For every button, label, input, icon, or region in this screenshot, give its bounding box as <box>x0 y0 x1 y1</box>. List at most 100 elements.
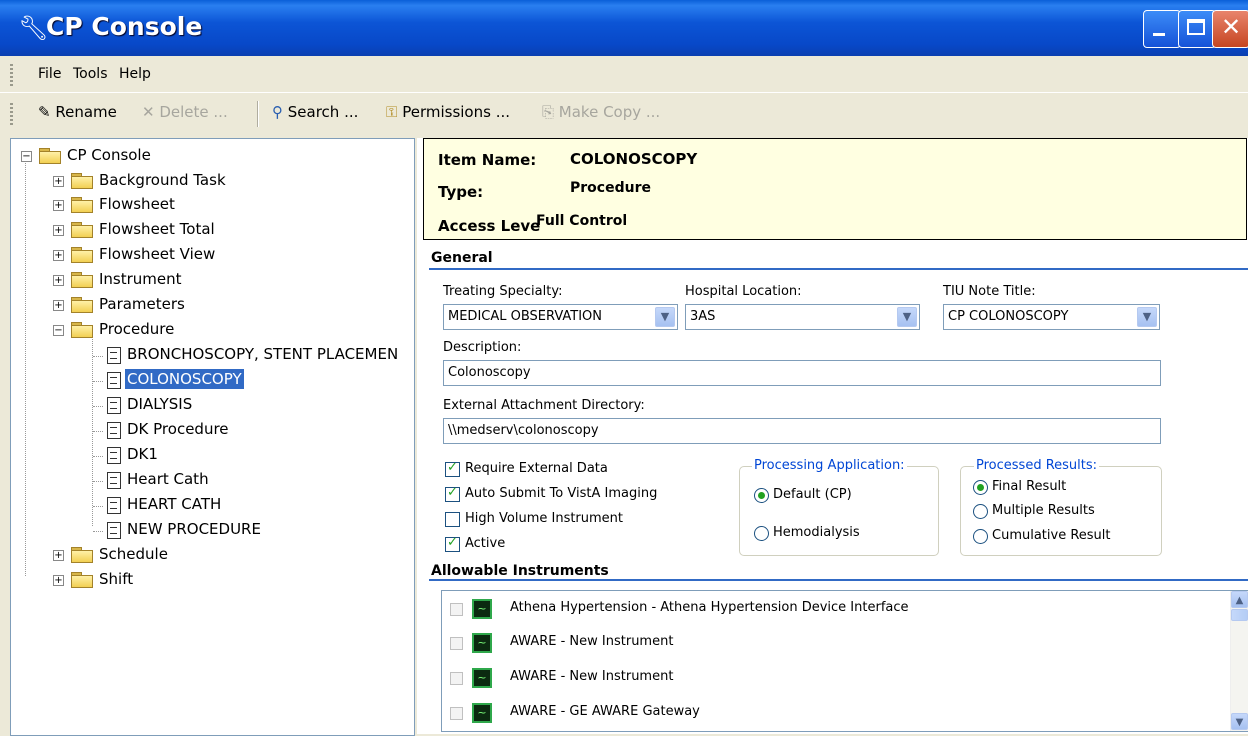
expand-icon[interactable]: + <box>53 550 64 561</box>
tree-node-folder[interactable]: + Flowsheet <box>53 194 393 218</box>
permissions-label: Permissions ... <box>402 103 510 121</box>
title-bar[interactable]: 🔧︎ CP Console ✕ <box>0 0 1248 56</box>
expand-icon[interactable]: + <box>53 275 64 286</box>
maximize-button[interactable] <box>1178 10 1216 48</box>
tree-node-label: CP Console <box>67 146 151 164</box>
monitor-waveform-icon: ~ <box>472 633 492 653</box>
auto-submit-checkbox[interactable] <box>445 485 460 502</box>
description-field[interactable]: Colonoscopy <box>443 360 1161 386</box>
tree-node-root[interactable]: − CP Console <box>21 145 401 169</box>
instrument-checkbox[interactable] <box>450 637 463 650</box>
tree-node-label: Procedure <box>99 320 175 338</box>
processing-application-group <box>739 466 939 556</box>
active-checkbox[interactable] <box>445 535 460 552</box>
final-result-radio[interactable] <box>973 480 988 495</box>
instrument-checkbox[interactable] <box>450 672 463 685</box>
expand-icon[interactable]: + <box>53 200 64 211</box>
tree-node-procedure[interactable]: HEART CATH <box>93 494 413 518</box>
instrument-label: Athena Hypertension - Athena Hypertensio… <box>510 600 909 615</box>
chevron-down-icon[interactable]: ▼ <box>655 307 675 327</box>
external-directory-field[interactable]: \\medserv\colonoscopy <box>443 418 1161 444</box>
item-info-box: Item Name: COLONOSCOPY Type: Procedure A… <box>423 138 1247 240</box>
permissions-button[interactable]: ⚿ Permissions ... <box>386 103 510 121</box>
instruments-scrollbar[interactable]: ▲ ▼ <box>1230 591 1248 731</box>
auto-submit-label: Auto Submit To VistA Imaging <box>465 486 658 501</box>
folder-icon <box>71 197 93 213</box>
access-level-value: Full Control <box>536 213 628 229</box>
description-value: Colonoscopy <box>448 365 531 380</box>
collapse-icon[interactable]: − <box>21 151 32 162</box>
high-volume-checkbox[interactable] <box>445 512 460 527</box>
expand-icon[interactable]: + <box>53 176 64 187</box>
menu-help[interactable]: Help <box>119 66 151 82</box>
close-button[interactable]: ✕ <box>1212 10 1248 48</box>
folder-icon <box>71 222 93 238</box>
default-cp-radio[interactable] <box>754 488 769 503</box>
hemodialysis-label: Hemodialysis <box>773 525 860 540</box>
hemodialysis-radio[interactable] <box>754 526 769 541</box>
tree-node-procedure[interactable]: DK1 <box>93 444 413 468</box>
tree-node-procedure[interactable]: Heart Cath <box>93 469 413 493</box>
wrench-icon: 🔧︎ <box>18 14 49 42</box>
scroll-down-icon[interactable]: ▼ <box>1231 713 1248 730</box>
tree-node-procedure[interactable]: DK Procedure <box>93 419 413 443</box>
chevron-down-icon[interactable]: ▼ <box>1137 307 1157 327</box>
minimize-button[interactable] <box>1143 10 1181 48</box>
menu-file[interactable]: File <box>38 66 61 82</box>
scroll-up-icon[interactable]: ▲ <box>1231 591 1248 608</box>
require-external-data-checkbox[interactable] <box>445 460 460 477</box>
tree-view[interactable]: − CP Console + Background Task + Flowshe… <box>10 138 415 736</box>
tree-node-folder[interactable]: + Schedule <box>53 544 393 568</box>
folder-icon <box>71 547 93 563</box>
tiu-note-title-select[interactable]: CP COLONOSCOPY ▼ <box>943 304 1160 330</box>
general-heading: General <box>431 250 493 266</box>
document-icon <box>107 372 121 389</box>
tree-node-folder[interactable]: + Parameters <box>53 294 393 318</box>
tree-node-folder[interactable]: + Flowsheet View <box>53 244 393 268</box>
tree-node-folder[interactable]: + Background Task <box>53 170 393 194</box>
collapse-icon[interactable]: − <box>53 325 64 336</box>
scroll-thumb[interactable] <box>1231 609 1248 621</box>
multiple-results-radio[interactable] <box>973 504 988 519</box>
expand-icon[interactable]: + <box>53 575 64 586</box>
expand-icon[interactable]: + <box>53 250 64 261</box>
list-item[interactable]: ~ AWARE - New Instrument <box>442 662 1222 696</box>
cumulative-result-radio[interactable] <box>973 529 988 544</box>
tree-node-procedure[interactable]: DIALYSIS <box>93 394 413 418</box>
list-item[interactable]: ~ AWARE - GE AWARE Gateway <box>442 697 1222 731</box>
processed-results-legend: Processed Results: <box>974 458 1100 473</box>
tree-node-procedure[interactable]: BRONCHOSCOPY, STENT PLACEMEN <box>93 344 413 368</box>
tree-node-folder[interactable]: + Flowsheet Total <box>53 219 393 243</box>
instruments-list[interactable]: ~ Athena Hypertension - Athena Hypertens… <box>441 590 1248 732</box>
instrument-label: AWARE - GE AWARE Gateway <box>510 704 700 719</box>
list-item[interactable]: ~ AWARE - New Instrument <box>442 627 1222 661</box>
search-button[interactable]: ⚲ Search ... <box>272 103 358 121</box>
menu-tools[interactable]: Tools <box>73 66 108 82</box>
tree-node-label: DIALYSIS <box>127 395 193 413</box>
tree-node-procedure-selected[interactable]: COLONOSCOPY <box>93 369 413 393</box>
make-copy-button[interactable]: ⎘ Make Copy ... <box>542 103 660 121</box>
delete-button[interactable]: ✕ Delete ... <box>142 103 228 121</box>
folder-icon <box>71 247 93 263</box>
item-name-value: COLONOSCOPY <box>570 150 698 168</box>
hospital-location-select[interactable]: 3AS ▼ <box>685 304 920 330</box>
hospital-location-label: Hospital Location: <box>685 284 802 299</box>
tree-node-folder[interactable]: + Instrument <box>53 269 393 293</box>
folder-icon <box>71 572 93 588</box>
tree-node-procedure[interactable]: NEW PROCEDURE <box>93 519 413 543</box>
expand-icon[interactable]: + <box>53 225 64 236</box>
instrument-label: AWARE - New Instrument <box>510 634 674 649</box>
document-icon <box>107 347 121 364</box>
chevron-down-icon[interactable]: ▼ <box>897 307 917 327</box>
rename-button[interactable]: ✎ Rename <box>38 103 117 121</box>
tree-node-folder[interactable]: + Shift <box>53 569 393 593</box>
instrument-checkbox[interactable] <box>450 707 463 720</box>
processing-application-legend: Processing Application: <box>752 458 907 473</box>
instrument-checkbox[interactable] <box>450 603 463 616</box>
list-item[interactable]: ~ Athena Hypertension - Athena Hypertens… <box>442 593 1222 627</box>
menu-bar: File Tools Help <box>0 56 1248 92</box>
treating-specialty-select[interactable]: MEDICAL OBSERVATION ▼ <box>443 304 678 330</box>
tiu-note-title-value: CP COLONOSCOPY <box>948 309 1069 324</box>
expand-icon[interactable]: + <box>53 300 64 311</box>
tree-node-folder-procedure[interactable]: − Procedure <box>53 319 393 343</box>
